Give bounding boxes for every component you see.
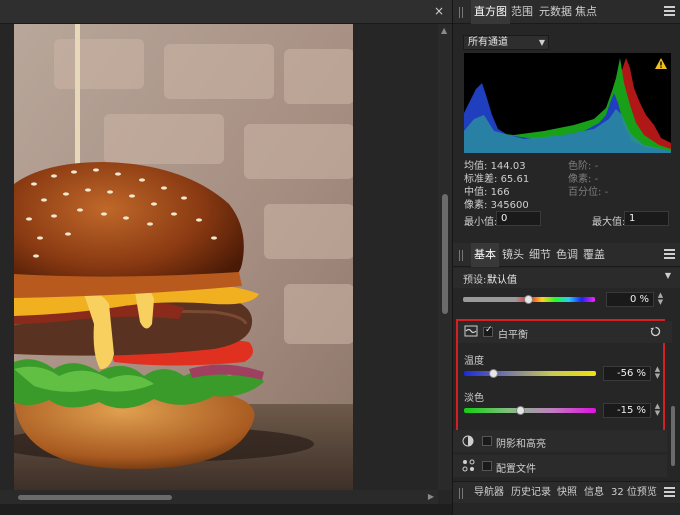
shadows-highlights-title: 阴影和高亮: [496, 439, 546, 450]
white-balance-checkbox[interactable]: [483, 325, 493, 337]
stat-pixels-value: 345600: [490, 200, 529, 211]
right-panel: 直方图 范围 元数据 焦点 所有通道 ▼ 均值: 144.03 标准差: 65.…: [452, 0, 680, 515]
tab-lens[interactable]: 镜头: [499, 243, 527, 267]
warning-icon[interactable]: [655, 58, 667, 69]
histogram-graph: [464, 53, 671, 153]
burger-photo: [14, 24, 353, 490]
tint-slider-knob[interactable]: [515, 406, 525, 415]
max-label: 最大值:: [592, 217, 626, 228]
temperature-value-box[interactable]: -56 %: [603, 366, 651, 381]
temperature-label: 温度: [464, 356, 484, 367]
profile-section: 配置文件: [453, 455, 667, 477]
adjust-tabbar: 基本 镜头 细节 色调 覆盖: [453, 243, 680, 267]
tab-detail[interactable]: 细节: [526, 243, 554, 267]
tab-metadata[interactable]: 元数据: [536, 0, 575, 24]
burger-image: [14, 24, 353, 490]
tab-basic[interactable]: 基本: [471, 243, 499, 267]
canvas-area: × ▲ ▶: [0, 0, 452, 515]
tab-32bit-preview[interactable]: 32 位预览: [608, 482, 660, 504]
tab-focus[interactable]: 焦点: [572, 0, 600, 24]
temperature-slider-track[interactable]: [464, 371, 596, 376]
tint-value-box[interactable]: -15 %: [603, 403, 651, 418]
panel-menu-icon[interactable]: [664, 249, 675, 259]
canvas-vertical-scrollbar[interactable]: ▲: [438, 24, 452, 490]
profile-icon: [462, 459, 475, 472]
shadows-highlights-checkbox[interactable]: [482, 436, 492, 446]
white-balance-header: 白平衡: [458, 321, 672, 343]
stat-pixels: 像素: 345600: [464, 196, 529, 211]
close-icon[interactable]: ×: [432, 4, 446, 18]
tab-snapshots[interactable]: 快照: [554, 482, 580, 504]
profile-title: 配置文件: [496, 464, 536, 475]
tint-spinner-icon[interactable]: ▲ ▼: [652, 403, 663, 418]
white-balance-title: 白平衡: [498, 330, 528, 341]
tab-tone[interactable]: 色调: [553, 243, 581, 267]
panel-menu-icon[interactable]: [664, 6, 675, 16]
tint-label: 淡色: [464, 393, 484, 404]
histogram-curves: [464, 58, 671, 153]
preset-label: 预设:: [463, 275, 487, 286]
stat-percentile-value: -: [604, 187, 609, 198]
chevron-down-icon: ▼: [664, 271, 671, 280]
max-value-field[interactable]: 1: [624, 211, 669, 226]
vertical-scroll-thumb[interactable]: [442, 194, 448, 314]
tab-range[interactable]: 范围: [508, 0, 536, 24]
temperature-spinner-icon[interactable]: ▲ ▼: [652, 366, 663, 381]
tab-navigator[interactable]: 导航器: [471, 482, 507, 504]
shadows-highlights-icon: [462, 435, 474, 447]
profile-checkbox[interactable]: [482, 461, 492, 471]
panel-grip-icon[interactable]: [459, 7, 463, 18]
panel-grip-icon[interactable]: [459, 250, 463, 261]
white-balance-section: 白平衡 温度 -56 % ▲▼ 淡色 -15 % ▲▼: [456, 319, 672, 434]
panel-scrollbar[interactable]: [669, 288, 677, 480]
panel-grip-icon[interactable]: [459, 488, 463, 499]
hue-value-box[interactable]: 0 %: [606, 292, 654, 307]
canvas-toolbar: ×: [0, 0, 452, 24]
histogram-tabbar: 直方图 范围 元数据 焦点: [453, 0, 680, 24]
channel-dropdown[interactable]: 所有通道 ▼: [463, 35, 549, 50]
shadows-highlights-section: 阴影和高亮: [453, 430, 667, 452]
tab-history[interactable]: 历史记录: [508, 482, 554, 504]
preset-value: 默认值: [487, 275, 517, 286]
panel-scroll-thumb[interactable]: [671, 406, 675, 466]
tint-slider-track[interactable]: [464, 408, 596, 413]
temperature-slider-knob[interactable]: [488, 369, 498, 378]
reset-icon[interactable]: [650, 326, 661, 337]
tab-info[interactable]: 信息: [581, 482, 607, 504]
chevron-down-icon: ▼: [538, 38, 545, 47]
horizontal-scroll-thumb[interactable]: [18, 495, 172, 500]
tab-histogram[interactable]: 直方图: [471, 0, 510, 24]
hue-spinner-icon[interactable]: ▲ ▼: [655, 292, 666, 307]
white-balance-icon: [464, 325, 478, 337]
stat-percentile: 百分位: -: [568, 183, 608, 198]
bottom-tabbar: 导航器 历史记录 快照 信息 32 位预览: [453, 481, 680, 503]
scroll-up-icon[interactable]: ▲: [441, 26, 447, 35]
canvas-horizontal-scrollbar[interactable]: ▶: [0, 490, 438, 504]
stat-pixels-label: 像素:: [464, 200, 488, 211]
min-value-field[interactable]: 0: [496, 211, 541, 226]
tab-overlay[interactable]: 覆盖: [580, 243, 608, 267]
canvas-statusbar: [0, 504, 452, 515]
scroll-right-icon[interactable]: ▶: [428, 492, 434, 501]
channel-dropdown-value: 所有通道: [468, 37, 508, 48]
panel-menu-icon[interactable]: [664, 487, 675, 497]
min-label: 最小值:: [464, 217, 498, 228]
preset-dropdown[interactable]: 预设: 默认值 ▼: [453, 268, 680, 288]
stat-percentile-label: 百分位:: [568, 187, 602, 198]
hue-slider-knob[interactable]: [524, 295, 533, 304]
